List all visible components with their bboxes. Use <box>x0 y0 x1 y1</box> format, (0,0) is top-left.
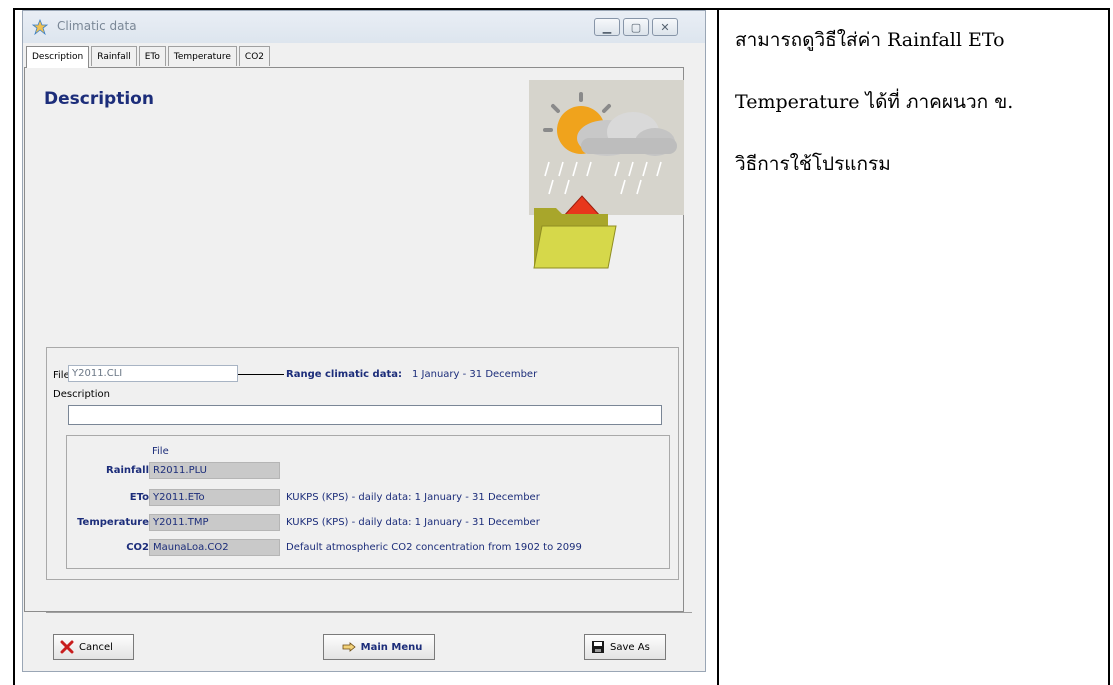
note-line-2: Temperature ได้ที่ ภาคผนวก ข. <box>735 91 1014 113</box>
rainfall-label: Rainfall <box>106 465 149 476</box>
temperature-file-field[interactable]: Y2011.TMP <box>149 514 280 531</box>
cancel-label: Cancel <box>79 641 113 653</box>
cancel-button[interactable]: Cancel <box>53 634 134 660</box>
temperature-description: KUKPS (KPS) - daily data: 1 January - 31… <box>286 517 540 528</box>
title-bar[interactable]: Climatic data ▁ ▢ ✕ <box>23 11 705 43</box>
co2-label: CO2 <box>126 542 149 553</box>
window-title: Climatic data <box>57 19 137 33</box>
description-label: Description <box>53 389 110 400</box>
maximize-icon: ▢ <box>630 20 642 34</box>
minimize-button[interactable]: ▁ <box>594 18 620 36</box>
bottom-divider <box>46 612 692 613</box>
floppy-disk-icon <box>591 640 605 654</box>
main-menu-button[interactable]: Main Menu <box>323 634 435 660</box>
maximize-button[interactable]: ▢ <box>623 18 649 36</box>
close-button[interactable]: ✕ <box>652 18 678 36</box>
table-border-middle <box>717 10 719 685</box>
folder-upload-icon <box>533 195 617 269</box>
eto-file-field[interactable]: Y2011.ETo <box>149 489 280 506</box>
co2-description: Default atmospheric CO2 concentration fr… <box>286 542 582 553</box>
page-title: Description <box>44 89 154 109</box>
co2-file-field[interactable]: MaunaLoa.CO2 <box>149 539 280 556</box>
tab-rainfall[interactable]: Rainfall <box>91 46 137 66</box>
app-icon <box>31 19 49 35</box>
cancel-x-icon <box>60 640 74 654</box>
main-menu-label: Main Menu <box>360 641 423 653</box>
note-line-1: สามารถดูวิธีใส่ค่า Rainfall ETo <box>735 29 1005 51</box>
file-field[interactable]: Y2011.CLI <box>68 365 238 382</box>
file-column-header: File <box>152 446 169 457</box>
range-connector-line <box>238 374 284 375</box>
tab-eto[interactable]: ETo <box>138 46 166 66</box>
save-as-button[interactable]: Save As <box>584 634 666 660</box>
save-as-label: Save As <box>610 641 650 653</box>
tab-strip: Description Rainfall ETo Temperature CO2 <box>26 46 272 68</box>
note-line-3: วิธีการใช้โปรแกรม <box>735 153 891 175</box>
eto-description: KUKPS (KPS) - daily data: 1 January - 31… <box>286 492 540 503</box>
tab-co2[interactable]: CO2 <box>238 46 271 66</box>
close-icon: ✕ <box>660 20 670 34</box>
eto-label: ETo <box>129 492 149 503</box>
tab-description[interactable]: Description <box>26 46 90 68</box>
description-input[interactable] <box>68 405 662 425</box>
table-border-right <box>1108 10 1110 685</box>
temperature-label: Temperature <box>77 517 149 528</box>
range-value: 1 January - 31 December <box>412 369 538 380</box>
table-border-left <box>13 10 15 685</box>
tab-temperature[interactable]: Temperature <box>167 46 237 66</box>
pointing-hand-icon <box>342 641 356 653</box>
range-label: Range climatic data: <box>286 369 402 380</box>
rainfall-file-field[interactable]: R2011.PLU <box>149 462 280 479</box>
minimize-icon: ▁ <box>602 20 612 34</box>
